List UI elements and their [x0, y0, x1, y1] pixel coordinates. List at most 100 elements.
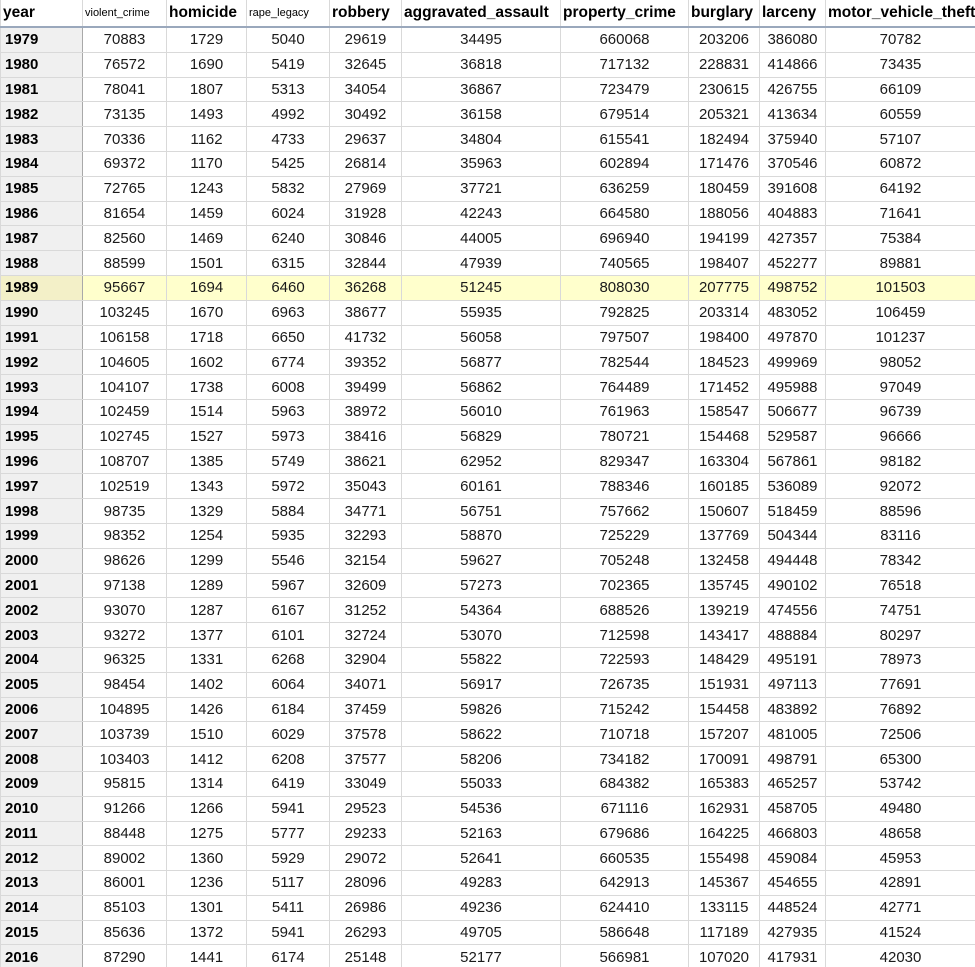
table-cell-motor-vehicle-theft[interactable]: 42030	[825, 944, 975, 967]
row-header-year[interactable]: 2003	[0, 622, 83, 648]
data-grid[interactable]: year violent_crime homicide rape_legacy …	[0, 0, 975, 967]
row-header-year[interactable]: 2001	[0, 572, 83, 599]
table-cell-motor-vehicle-theft[interactable]: 96739	[825, 398, 975, 425]
table-cell-rape-legacy[interactable]: 5963	[246, 398, 330, 425]
row-header-year[interactable]: 2005	[0, 671, 83, 698]
table-cell-larceny[interactable]: 529587	[759, 423, 826, 450]
table-cell-violent-crime[interactable]: 104895	[82, 696, 167, 723]
table-cell-property-crime[interactable]: 712598	[560, 622, 689, 648]
table-cell-larceny[interactable]: 567861	[759, 448, 826, 475]
table-cell-rape-legacy[interactable]: 5425	[246, 150, 330, 177]
table-cell-robbery[interactable]: 34054	[329, 76, 402, 103]
table-cell-larceny[interactable]: 504344	[759, 522, 826, 549]
table-cell-property-crime[interactable]: 602894	[560, 150, 689, 177]
table-cell-rape-legacy[interactable]: 5117	[246, 870, 330, 896]
table-cell-aggravated-assault[interactable]: 52641	[401, 845, 561, 872]
table-cell-homicide[interactable]: 1807	[166, 76, 247, 103]
table-cell-homicide[interactable]: 1459	[166, 200, 247, 227]
row-header-year[interactable]: 2014	[0, 894, 83, 921]
table-cell-larceny[interactable]: 498752	[759, 274, 826, 301]
table-row[interactable]: 1991 106158 1718 6650 41732 56058 797507 198400…	[0, 324, 975, 351]
table-cell-rape-legacy[interactable]: 4733	[246, 126, 330, 152]
row-header-year[interactable]: 2012	[0, 845, 83, 872]
table-cell-motor-vehicle-theft[interactable]: 76892	[825, 696, 975, 723]
table-cell-larceny[interactable]: 518459	[759, 498, 826, 524]
table-cell-property-crime[interactable]: 764489	[560, 374, 689, 400]
table-cell-violent-crime[interactable]: 82560	[82, 225, 167, 252]
table-cell-burglary[interactable]: 151931	[688, 671, 760, 698]
table-cell-aggravated-assault[interactable]: 51245	[401, 274, 561, 301]
table-cell-property-crime[interactable]: 722593	[560, 646, 689, 673]
table-cell-robbery[interactable]: 32645	[329, 51, 402, 78]
table-cell-motor-vehicle-theft[interactable]: 97049	[825, 374, 975, 400]
table-cell-homicide[interactable]: 1331	[166, 646, 247, 673]
table-cell-motor-vehicle-theft[interactable]: 53742	[825, 770, 975, 797]
table-cell-robbery[interactable]: 27969	[329, 175, 402, 202]
table-cell-homicide[interactable]: 1236	[166, 870, 247, 896]
table-cell-robbery[interactable]: 29619	[329, 26, 402, 53]
table-cell-robbery[interactable]: 37578	[329, 721, 402, 748]
table-cell-motor-vehicle-theft[interactable]: 77691	[825, 671, 975, 698]
table-cell-burglary[interactable]: 230615	[688, 76, 760, 103]
table-cell-aggravated-assault[interactable]: 56862	[401, 374, 561, 400]
table-row[interactable]: 1994 102459 1514 5963 38972 56010 761963 158547…	[0, 398, 975, 425]
table-cell-homicide[interactable]: 1266	[166, 795, 247, 822]
table-cell-burglary[interactable]: 198407	[688, 250, 760, 276]
table-cell-robbery[interactable]: 31928	[329, 200, 402, 227]
table-cell-homicide[interactable]: 1377	[166, 622, 247, 648]
table-cell-rape-legacy[interactable]: 6650	[246, 324, 330, 351]
table-cell-aggravated-assault[interactable]: 36867	[401, 76, 561, 103]
table-cell-violent-crime[interactable]: 95667	[82, 274, 167, 301]
row-header-year[interactable]: 1985	[0, 175, 83, 202]
table-cell-larceny[interactable]: 474556	[759, 597, 826, 624]
table-cell-robbery[interactable]: 26986	[329, 894, 402, 921]
table-cell-homicide[interactable]: 1493	[166, 101, 247, 128]
table-cell-robbery[interactable]: 26814	[329, 150, 402, 177]
table-cell-property-crime[interactable]: 671116	[560, 795, 689, 822]
table-cell-larceny[interactable]: 497870	[759, 324, 826, 351]
table-cell-homicide[interactable]: 1314	[166, 770, 247, 797]
table-cell-property-crime[interactable]: 782544	[560, 349, 689, 376]
table-cell-motor-vehicle-theft[interactable]: 75384	[825, 225, 975, 252]
table-cell-motor-vehicle-theft[interactable]: 92072	[825, 473, 975, 500]
table-cell-burglary[interactable]: 170091	[688, 746, 760, 772]
table-cell-violent-crime[interactable]: 97138	[82, 572, 167, 599]
table-cell-motor-vehicle-theft[interactable]: 76518	[825, 572, 975, 599]
table-cell-rape-legacy[interactable]: 5411	[246, 894, 330, 921]
table-cell-rape-legacy[interactable]: 5040	[246, 26, 330, 53]
table-cell-aggravated-assault[interactable]: 56829	[401, 423, 561, 450]
table-cell-larceny[interactable]: 506677	[759, 398, 826, 425]
table-cell-homicide[interactable]: 1402	[166, 671, 247, 698]
row-header-year[interactable]: 2010	[0, 795, 83, 822]
table-cell-violent-crime[interactable]: 104107	[82, 374, 167, 400]
table-cell-homicide[interactable]: 1289	[166, 572, 247, 599]
row-header-year[interactable]: 1986	[0, 200, 83, 227]
table-cell-violent-crime[interactable]: 89002	[82, 845, 167, 872]
row-header-year[interactable]: 2002	[0, 597, 83, 624]
table-cell-property-crime[interactable]: 726735	[560, 671, 689, 698]
table-cell-burglary[interactable]: 155498	[688, 845, 760, 872]
table-cell-rape-legacy[interactable]: 6240	[246, 225, 330, 252]
table-cell-larceny[interactable]: 483052	[759, 299, 826, 326]
table-cell-homicide[interactable]: 1426	[166, 696, 247, 723]
table-cell-burglary[interactable]: 163304	[688, 448, 760, 475]
row-header-year[interactable]: 1987	[0, 225, 83, 252]
table-cell-motor-vehicle-theft[interactable]: 42771	[825, 894, 975, 921]
row-header-year[interactable]: 2007	[0, 721, 83, 748]
row-header-year[interactable]: 1989	[0, 274, 83, 301]
table-cell-motor-vehicle-theft[interactable]: 96666	[825, 423, 975, 450]
table-cell-aggravated-assault[interactable]: 52177	[401, 944, 561, 967]
table-cell-robbery[interactable]: 37459	[329, 696, 402, 723]
table-cell-homicide[interactable]: 1738	[166, 374, 247, 400]
table-cell-aggravated-assault[interactable]: 56751	[401, 498, 561, 524]
table-cell-violent-crime[interactable]: 108707	[82, 448, 167, 475]
table-cell-property-crime[interactable]: 734182	[560, 746, 689, 772]
table-cell-larceny[interactable]: 495191	[759, 646, 826, 673]
table-cell-larceny[interactable]: 536089	[759, 473, 826, 500]
table-cell-burglary[interactable]: 157207	[688, 721, 760, 748]
table-row[interactable]: 2013 86001 1236 5117 28096 49283 642913 145367 4…	[0, 870, 975, 896]
table-cell-motor-vehicle-theft[interactable]: 83116	[825, 522, 975, 549]
table-cell-violent-crime[interactable]: 98735	[82, 498, 167, 524]
table-cell-burglary[interactable]: 198400	[688, 324, 760, 351]
table-cell-property-crime[interactable]: 702365	[560, 572, 689, 599]
